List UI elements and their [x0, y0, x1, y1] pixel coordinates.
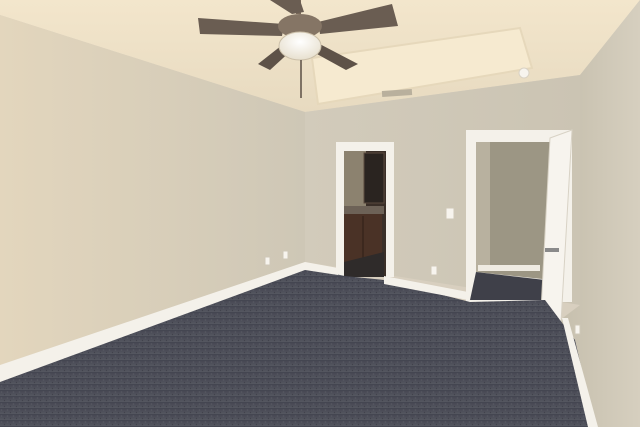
outlet-left-wall-1[interactable] [264, 256, 271, 266]
fan-light-globe [278, 31, 322, 61]
outlet-right-wall[interactable] [574, 324, 581, 335]
outlet-back-wall[interactable] [430, 265, 438, 276]
bedroom-photo [0, 0, 640, 427]
bathroom-wall [344, 151, 366, 211]
outlet-left-wall-2[interactable] [282, 250, 289, 260]
smoke-detector [518, 67, 530, 79]
light-switch[interactable] [445, 207, 455, 220]
closet-baseboard [478, 265, 540, 271]
closet-inner-wall [476, 142, 490, 272]
door-handle[interactable] [545, 248, 559, 252]
bathroom-countertop [344, 206, 384, 214]
bathroom-mirror [363, 152, 385, 204]
